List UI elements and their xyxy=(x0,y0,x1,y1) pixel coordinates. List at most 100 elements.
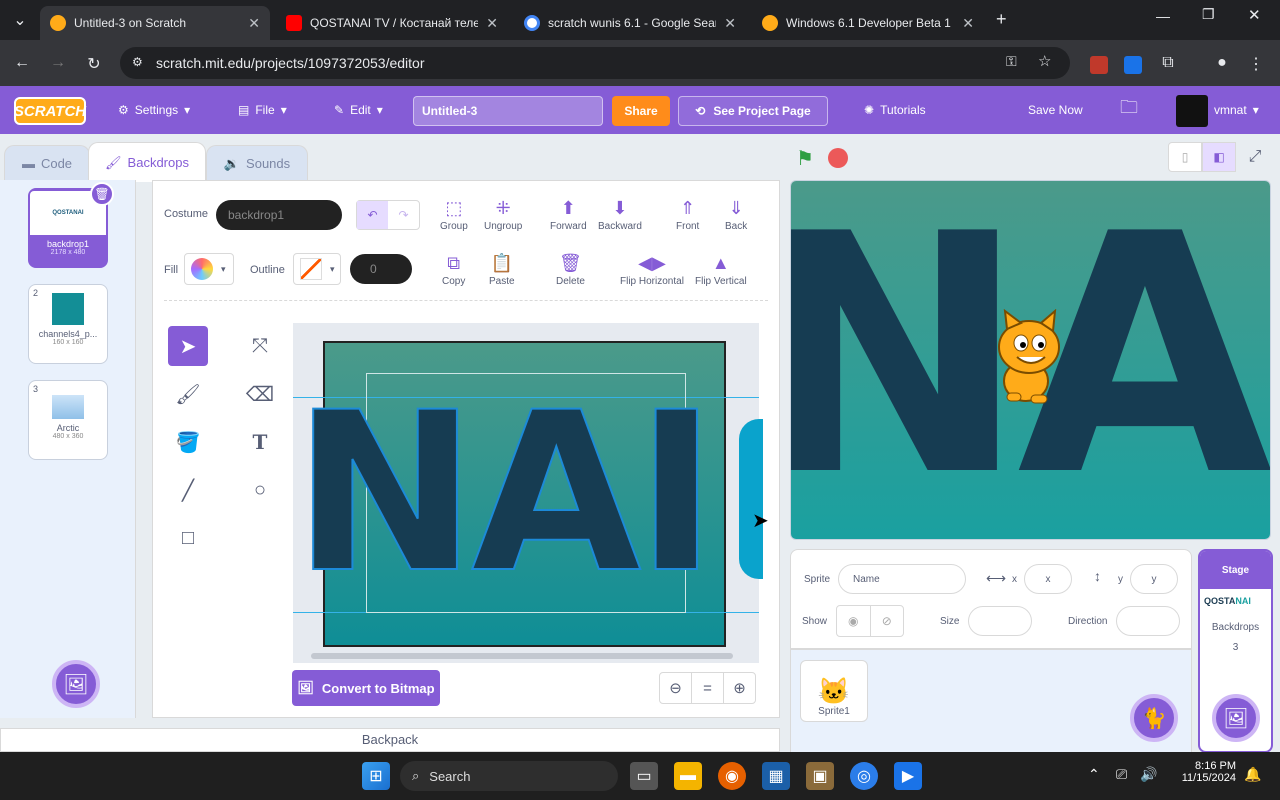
tab-windows-beta[interactable]: Windows 6.1 Developer Beta 1 ✕ xyxy=(752,6,984,40)
chrome-menu-icon[interactable]: ⋮ xyxy=(1244,54,1268,74)
paint-canvas[interactable]: NAI xyxy=(293,323,763,663)
remote-app-icon[interactable]: ▶ xyxy=(894,762,922,790)
chrome-icon[interactable]: ◎ xyxy=(850,762,878,790)
tab-untitled-3[interactable]: Untitled-3 on Scratch ✕ xyxy=(40,6,270,40)
tab-backdrops[interactable]: 🖌 Backdrops xyxy=(88,142,206,182)
notification-bell-icon[interactable]: 🔔 xyxy=(1244,766,1261,783)
tab-sounds[interactable]: 🔉 Sounds xyxy=(206,145,308,181)
back-button[interactable]: ⇓ Back xyxy=(725,198,747,232)
back-icon[interactable]: ← xyxy=(10,54,34,72)
extension-app-icon[interactable] xyxy=(1124,56,1142,74)
delete-backdrop-icon[interactable]: 🗑 xyxy=(90,182,114,206)
scratch-cat-sprite[interactable] xyxy=(981,309,1071,415)
account-menu[interactable]: vmnat ▾ xyxy=(1214,86,1259,134)
file-menu[interactable]: ▤ File ▾ xyxy=(238,86,287,134)
ungroup-button[interactable]: ⁜ Ungroup xyxy=(484,198,522,232)
tray-chevron-icon[interactable]: ⌃ xyxy=(1088,766,1100,783)
convert-to-bitmap-button[interactable]: 🖼 Convert to Bitmap xyxy=(292,670,440,706)
paste-button[interactable]: 📋 Paste xyxy=(489,253,515,287)
zoom-in-button[interactable]: ⊕ xyxy=(723,672,756,704)
tab-code[interactable]: ▬ Code xyxy=(4,145,90,181)
task-view-icon[interactable]: ▭ xyxy=(630,762,658,790)
close-icon[interactable]: ✕ xyxy=(486,15,498,32)
minimize-icon[interactable]: — xyxy=(1156,8,1170,24)
settings-menu[interactable]: ⚙ Settings ▾ xyxy=(118,86,190,134)
edit-menu[interactable]: ✎ Edit ▾ xyxy=(334,86,383,134)
photo-app-icon[interactable]: ▦ xyxy=(762,762,790,790)
small-stage-button[interactable]: ▯ xyxy=(1168,142,1202,172)
save-now-button[interactable]: Save Now xyxy=(1028,86,1083,134)
circle-tool[interactable]: ○ xyxy=(240,470,280,510)
canvas-horizontal-scrollbar[interactable] xyxy=(311,653,733,659)
backdrop-item-3[interactable]: 3 Arctic 480 x 360 xyxy=(28,380,108,460)
choose-backdrop-button[interactable]: 🖼 xyxy=(52,660,100,708)
tutorials-menu[interactable]: ✺ Tutorials xyxy=(864,86,926,134)
green-flag-icon[interactable]: ⚑ xyxy=(796,146,814,171)
costume-name-input[interactable]: backdrop1 xyxy=(216,200,342,230)
sprite-thumb-sprite1[interactable]: 🐱 Sprite1 xyxy=(800,660,868,722)
close-icon[interactable]: ✕ xyxy=(248,15,260,32)
x-input[interactable]: x xyxy=(1024,564,1072,594)
close-window-icon[interactable]: ✕ xyxy=(1248,6,1261,24)
tab-search-icon[interactable]: ⌄ xyxy=(8,10,32,30)
group-button[interactable]: ⬚ Group xyxy=(440,198,468,232)
select-tool[interactable]: ➤ xyxy=(168,326,208,366)
site-info-icon[interactable]: ⚙ xyxy=(132,55,143,69)
fill-color-picker[interactable]: ▾ xyxy=(184,253,234,285)
fill-tool[interactable]: 🪣 xyxy=(168,422,208,462)
close-icon[interactable]: ✕ xyxy=(724,15,736,32)
rectangle-tool[interactable]: □ xyxy=(168,518,208,558)
large-stage-button[interactable]: ◧ xyxy=(1202,142,1236,172)
archive-app-icon[interactable]: ▣ xyxy=(806,762,834,790)
reload-icon[interactable]: ↻ xyxy=(82,54,106,74)
sprite-name-input[interactable]: Name xyxy=(838,564,966,594)
direction-input[interactable] xyxy=(1116,606,1180,636)
undo-icon[interactable]: ↶ xyxy=(357,201,388,229)
choose-sprite-button[interactable]: 🐈 xyxy=(1130,694,1178,742)
project-title-input[interactable]: Untitled-3 xyxy=(413,96,603,126)
tab-google-search[interactable]: scratch wunis 6.1 - Google Sear ✕ xyxy=(514,6,746,40)
forward-button[interactable]: ⬆ Forward xyxy=(550,198,587,232)
taskbar-clock[interactable]: 8:16 PM 11/15/2024 xyxy=(1172,760,1236,784)
forward-icon[interactable]: → xyxy=(46,54,70,72)
flip-vertical-button[interactable]: ▲ Flip Vertical xyxy=(695,253,747,287)
eraser-tool[interactable]: ⌫ xyxy=(240,374,280,414)
copy-button[interactable]: ⧉ Copy xyxy=(442,253,465,287)
avatar[interactable] xyxy=(1176,95,1208,127)
flip-horizontal-button[interactable]: ◀▶ Flip Horizontal xyxy=(620,253,684,287)
zoom-reset-button[interactable]: = xyxy=(691,672,724,704)
outline-color-picker[interactable]: ▾ xyxy=(293,253,341,285)
tab-qostanai-tv[interactable]: QOSTANAI TV / Костанай теле ✕ xyxy=(276,6,508,40)
windows-start-icon[interactable]: ⊞ xyxy=(362,762,390,790)
front-button[interactable]: ⇑ Front xyxy=(676,198,699,232)
maximize-icon[interactable]: ❐ xyxy=(1202,6,1215,23)
firefox-icon[interactable]: ◉ xyxy=(718,762,746,790)
eye-hidden-icon[interactable]: ⊘ xyxy=(871,606,904,636)
backdrop-item-2[interactable]: 2 channels4_p... 160 x 160 xyxy=(28,284,108,364)
my-stuff-folder-icon[interactable]: 🗀 xyxy=(1120,86,1138,134)
new-tab-button[interactable]: + xyxy=(996,9,1007,30)
bookmark-star-icon[interactable]: ☆ xyxy=(1038,52,1051,70)
fullscreen-button[interactable]: ⤢ xyxy=(1240,142,1270,172)
reshape-tool[interactable]: ⤧ xyxy=(240,326,280,366)
brush-tool[interactable]: 🖌 xyxy=(168,374,208,414)
volume-icon[interactable]: 🔊 xyxy=(1140,766,1157,783)
password-key-icon[interactable]: ⚿ xyxy=(1006,53,1017,70)
size-input[interactable] xyxy=(968,606,1032,636)
profile-icon[interactable]: ● xyxy=(1210,54,1234,72)
backpack[interactable]: Backpack xyxy=(0,728,780,752)
network-icon[interactable]: ⎚ xyxy=(1116,766,1127,783)
file-explorer-icon[interactable]: ▬ xyxy=(674,762,702,790)
extension-ublock-icon[interactable] xyxy=(1090,56,1108,74)
stage[interactable]: NAI xyxy=(790,180,1271,540)
see-project-page-button[interactable]: ⟲ See Project Page xyxy=(678,96,828,126)
scratch-logo[interactable]: SCRATCH xyxy=(14,97,86,125)
extensions-puzzle-icon[interactable]: ⧉ xyxy=(1156,54,1180,72)
stop-icon[interactable] xyxy=(828,148,848,168)
share-button[interactable]: Share xyxy=(612,96,670,126)
redo-icon[interactable]: ↷ xyxy=(388,201,419,229)
zoom-out-button[interactable]: ⊖ xyxy=(659,672,692,704)
url-bar[interactable]: ⚙ scratch.mit.edu/projects/1097372053/ed… xyxy=(120,47,1070,79)
text-tool[interactable]: T xyxy=(240,422,280,462)
close-icon[interactable]: ✕ xyxy=(962,15,974,32)
